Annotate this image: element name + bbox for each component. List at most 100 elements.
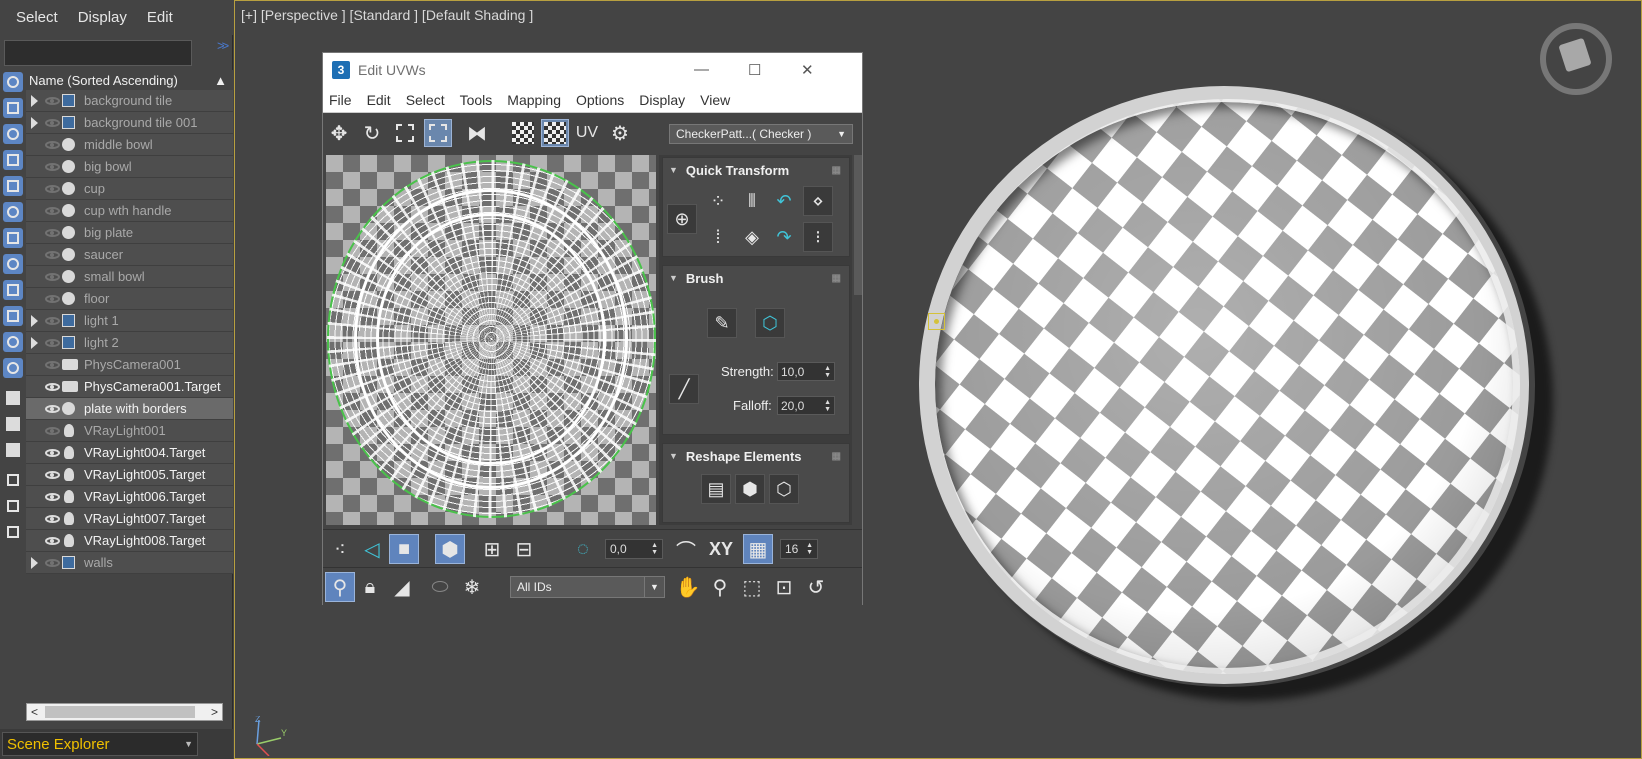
scene-object-row[interactable]: floor [26, 288, 233, 310]
scroll-thumb[interactable] [45, 706, 195, 718]
pan-hand-icon[interactable]: ✋ [673, 572, 703, 602]
uvw-menu-options[interactable]: Options [576, 92, 624, 108]
close-icon[interactable]: ✕ [801, 61, 814, 79]
visibility-eye-icon[interactable] [45, 338, 60, 347]
checker-toggle-icon[interactable] [541, 119, 569, 147]
display-spacewarps-icon[interactable] [3, 202, 23, 222]
dropdown-arrow-icon[interactable]: ▼ [184, 739, 193, 749]
snap-angle-icon[interactable]: ◢ [387, 572, 417, 602]
spinner-icon[interactable]: ▲ ▼ [824, 399, 831, 413]
scene-object-row[interactable]: big bowl [26, 156, 233, 178]
visibility-eye-icon[interactable] [45, 316, 60, 325]
face-mode-icon[interactable]: ■ [389, 534, 419, 564]
move-icon[interactable]: ✥ [325, 119, 353, 147]
scene-object-row[interactable]: middle bowl [26, 134, 233, 156]
scene-object-row[interactable]: PhysCamera001.Target [26, 376, 233, 398]
display-xrefs-icon[interactable] [3, 254, 23, 274]
brush-header[interactable]: ▼ Brush ▦ [663, 266, 849, 290]
uvw-menu-tools[interactable]: Tools [460, 92, 493, 108]
explorer-search-input[interactable] [4, 40, 192, 66]
viewcube-icon[interactable] [1540, 23, 1612, 95]
uvw-menu-display[interactable]: Display [639, 92, 685, 108]
reshape-elements-header[interactable]: ▼ Reshape Elements ▦ [663, 444, 849, 468]
display-invert-icon[interactable] [3, 440, 23, 460]
uvw-menu-view[interactable]: View [700, 92, 730, 108]
expand-chevron-icon[interactable]: >> [217, 38, 229, 53]
scene-object-row[interactable]: VRayLight008.Target [26, 530, 233, 552]
uv-editor-canvas[interactable] [326, 155, 656, 525]
uvw-menu-edit[interactable]: Edit [367, 92, 391, 108]
scene-object-row[interactable]: VRayLight004.Target [26, 442, 233, 464]
display-all-icon[interactable] [3, 388, 23, 408]
zoom-region-icon[interactable]: ⬚ [737, 572, 767, 602]
name-column-header[interactable]: Name (Sorted Ascending) ▲ [26, 70, 233, 92]
show-map-icon[interactable] [509, 119, 537, 147]
explorer-selector[interactable]: Scene Explorer ▼ [2, 732, 198, 756]
visibility-eye-icon[interactable] [45, 514, 60, 523]
expand-arrow-icon[interactable] [31, 94, 38, 107]
rotate-cw-icon[interactable]: ↷ [769, 222, 799, 252]
expand-arrow-icon[interactable] [31, 556, 38, 569]
visibility-eye-icon[interactable] [45, 360, 60, 369]
scene-object-row[interactable]: big plate [26, 222, 233, 244]
zoom-extents-icon[interactable]: ⊡ [769, 572, 799, 602]
padlock-icon[interactable]: 🔒︎ [355, 572, 385, 602]
soft-selection-icon[interactable]: ◌ [568, 534, 598, 564]
menu-select[interactable]: Select [16, 9, 58, 26]
edge-mode-icon[interactable]: ◁ [357, 534, 387, 564]
layer-icon[interactable] [3, 522, 23, 542]
quick-transform-header[interactable]: ▼ Quick Transform ▦ [663, 158, 849, 182]
filter-uv-icon[interactable]: ↺ [801, 572, 831, 602]
align-vertical-alt-icon[interactable]: ⁞ [703, 222, 733, 252]
space-horizontal-icon[interactable]: ⋄ [803, 186, 833, 216]
strength-field[interactable]: 10,0 ▲ ▼ [777, 362, 835, 381]
snap-value-field[interactable]: 16 ▲ ▼ [780, 539, 818, 559]
visibility-eye-icon[interactable] [45, 272, 60, 281]
shrink-selection-icon[interactable]: ⊟ [509, 534, 539, 564]
scene-object-row[interactable]: VRayLight005.Target [26, 464, 233, 486]
menu-display[interactable]: Display [78, 9, 127, 26]
freeze-icon[interactable]: ❄ [457, 572, 487, 602]
vertex-mode-icon[interactable]: ⁖ [325, 534, 355, 564]
visibility-eye-icon[interactable] [45, 448, 60, 457]
expand-arrow-icon[interactable] [31, 336, 38, 349]
visibility-eye-icon[interactable] [45, 404, 60, 413]
lock-selection-icon[interactable]: ⚲ [325, 572, 355, 602]
visibility-eye-icon[interactable] [45, 470, 60, 479]
uvw-menu-select[interactable]: Select [406, 92, 445, 108]
rotate-ccw-icon[interactable]: ↶ [769, 186, 799, 216]
visibility-eye-icon[interactable] [45, 382, 60, 391]
uv-space-toggle[interactable]: UV [573, 119, 601, 147]
scene-object-row[interactable]: VRayLight006.Target [26, 486, 233, 508]
scale-icon[interactable] [391, 119, 419, 147]
scene-object-row[interactable]: PhysCamera001 [26, 354, 233, 376]
relax-settings-icon[interactable]: ⬡ [769, 474, 799, 504]
falloff-field[interactable]: 20,0 ▲ ▼ [777, 396, 835, 415]
display-groups-icon[interactable] [3, 228, 23, 248]
texture-settings-icon[interactable]: ⚙ [606, 119, 634, 147]
scene-object-row[interactable]: VRayLight007.Target [26, 508, 233, 530]
spinner-icon[interactable]: ▲ ▼ [824, 365, 831, 379]
rotate-icon[interactable]: ↻ [358, 119, 386, 147]
uvw-title-bar[interactable]: 3 Edit UVWs — ☐ ✕ [323, 53, 862, 87]
display-frozen-icon[interactable] [3, 332, 23, 352]
grid-snap-icon[interactable]: ▦ [743, 534, 773, 564]
panel-scrollbar[interactable] [854, 155, 862, 295]
straighten-icon[interactable]: ◈ [737, 222, 767, 252]
visibility-eye-icon[interactable] [45, 558, 60, 567]
mirror-icon[interactable]: ⧓ [463, 119, 491, 147]
scene-object-row[interactable]: walls [26, 552, 233, 574]
freeform-mode-icon[interactable] [424, 119, 452, 147]
scene-object-row[interactable]: cup wth handle [26, 200, 233, 222]
scene-object-row[interactable]: plate with borders [26, 398, 233, 420]
filter-icon[interactable] [3, 470, 23, 490]
scene-object-row[interactable]: background tile 001 [26, 112, 233, 134]
texture-dropdown[interactable]: CheckerPatt...( Checker ) ▼ [669, 124, 853, 144]
element-mode-icon[interactable]: ⬢ [435, 534, 465, 564]
scene-object-row[interactable]: light 1 [26, 310, 233, 332]
scene-object-row[interactable]: cup [26, 178, 233, 200]
spinner-icon[interactable]: ▲ ▼ [806, 542, 813, 556]
expand-arrow-icon[interactable] [31, 116, 38, 129]
relax-icon[interactable]: ⬢ [735, 474, 765, 504]
visibility-eye-icon[interactable] [45, 184, 60, 193]
